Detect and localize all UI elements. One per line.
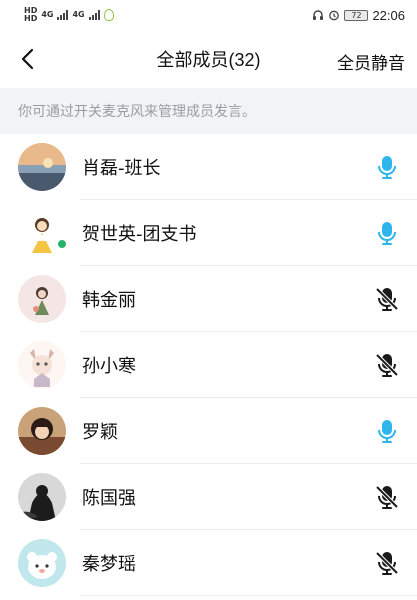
mic-on-icon[interactable] xyxy=(373,153,401,181)
member-row[interactable]: 贺世英-团支书 xyxy=(0,200,417,266)
network-label-2: 4G xyxy=(72,10,85,19)
status-bar: HD HD 4G 4G 72 22:06 xyxy=(0,0,417,30)
avatar xyxy=(18,341,66,389)
qq-notification-icon xyxy=(103,9,114,21)
avatar xyxy=(18,539,66,587)
member-list: 肖磊-班长 贺世英-团支书 韩金丽 孙小寒 罗颖 陈国强 秦梦瑶 xyxy=(0,134,417,596)
avatar xyxy=(18,407,66,455)
hd-label-2: HD xyxy=(24,14,38,23)
member-row[interactable]: 韩金丽 xyxy=(0,266,417,332)
page-title: 全部成员(32) xyxy=(156,50,261,70)
member-row[interactable]: 陈国强 xyxy=(0,464,417,530)
avatar xyxy=(18,473,66,521)
avatar xyxy=(18,143,66,191)
avatar xyxy=(18,209,66,257)
member-row[interactable]: 孙小寒 xyxy=(0,332,417,398)
status-left: HD HD 4G 4G xyxy=(24,7,114,23)
member-name: 孙小寒 xyxy=(82,356,136,377)
mic-muted-icon[interactable] xyxy=(373,549,401,577)
mute-all-button[interactable]: 全员静音 xyxy=(337,49,405,74)
battery-icon: 72 xyxy=(344,9,369,21)
mic-on-icon[interactable] xyxy=(373,417,401,445)
mic-on-icon[interactable] xyxy=(373,219,401,247)
headset-icon xyxy=(313,10,324,20)
member-name: 秦梦瑶 xyxy=(82,554,136,575)
header: 全部成员(32) 全员静音 xyxy=(0,30,417,88)
member-name: 陈国强 xyxy=(82,488,136,509)
signal-icon-2 xyxy=(88,10,100,20)
tip-banner: 你可通过开关麦克风来管理成员发言。 xyxy=(0,88,417,134)
avatar xyxy=(18,275,66,323)
mic-muted-icon[interactable] xyxy=(373,483,401,511)
member-name: 贺世英-团支书 xyxy=(82,224,197,245)
member-row[interactable]: 秦梦瑶 xyxy=(0,530,417,596)
member-name: 罗颖 xyxy=(82,422,118,443)
member-name: 肖磊-班长 xyxy=(82,158,161,179)
member-name: 韩金丽 xyxy=(82,290,136,311)
hd-indicators: HD HD xyxy=(24,7,37,23)
status-badge xyxy=(56,238,68,250)
chevron-left-icon xyxy=(21,48,34,70)
clock: 22:06 xyxy=(372,7,405,23)
member-row[interactable]: 肖磊-班长 xyxy=(0,134,417,200)
alarm-icon xyxy=(329,10,340,21)
status-right: 72 22:06 xyxy=(312,8,405,23)
back-button[interactable] xyxy=(12,44,42,74)
mic-muted-icon[interactable] xyxy=(373,285,401,313)
network-label-1: 4G xyxy=(41,10,54,19)
mic-muted-icon[interactable] xyxy=(373,351,401,379)
member-row[interactable]: 罗颖 xyxy=(0,398,417,464)
signal-icon xyxy=(57,10,69,20)
